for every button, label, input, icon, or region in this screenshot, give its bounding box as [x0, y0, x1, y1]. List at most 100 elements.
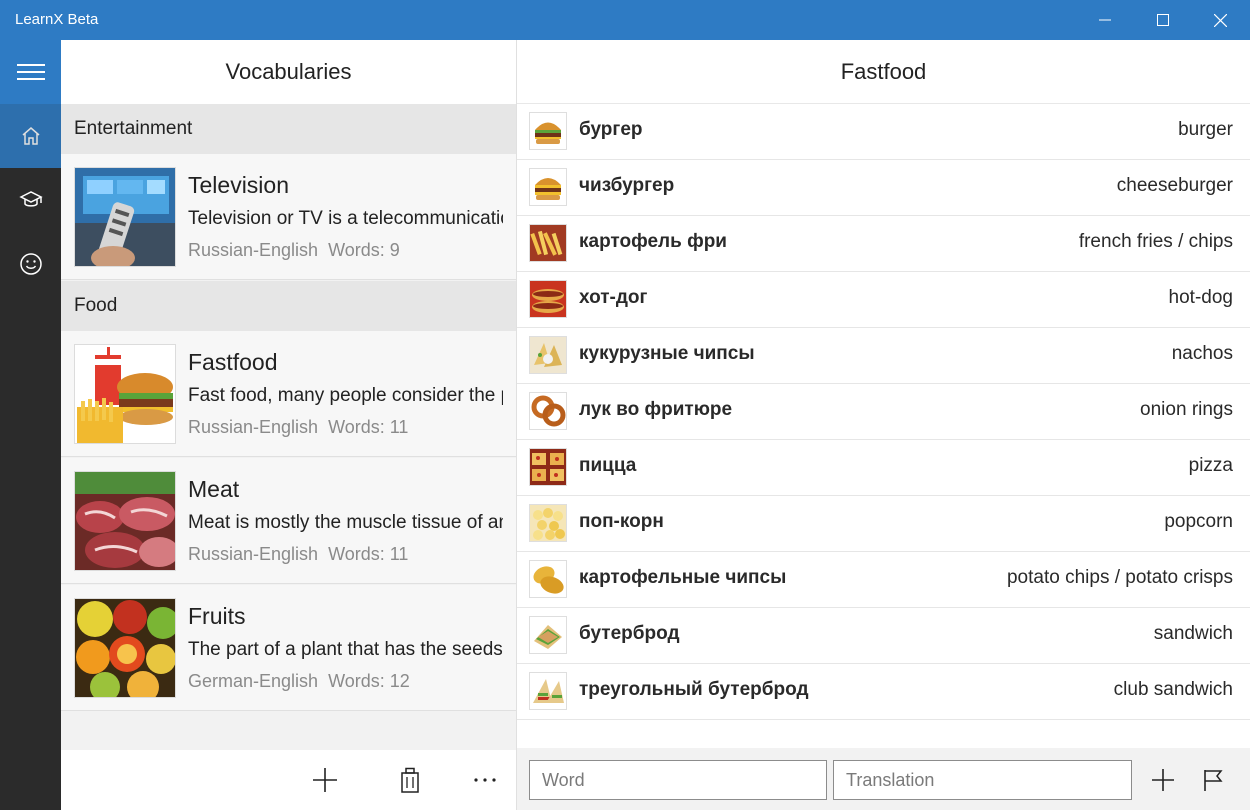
vocabulary-description: Meat is mostly the muscle tissue of an a…: [188, 512, 503, 533]
add-icon: [1152, 769, 1174, 791]
flag-button[interactable]: [1194, 760, 1234, 800]
word-row[interactable]: треугольный бутерброд club sandwich: [517, 664, 1250, 720]
title-bar: LearnX Beta: [0, 0, 1250, 40]
vocabulary-languages: Russian-English: [188, 544, 319, 564]
club-sandwich-thumbnail: [529, 672, 567, 710]
vocabulary-meta: Russian-English Words: 11: [188, 417, 408, 438]
word-row[interactable]: бургер burger: [517, 104, 1250, 160]
vocabulary-name: Television: [188, 172, 289, 198]
pizza-thumbnail: [529, 448, 567, 486]
smiley-icon: [19, 253, 42, 275]
word-english: french fries / chips: [1078, 231, 1233, 252]
vocabulary-name: Meat: [188, 476, 240, 502]
add-word-bar: [517, 748, 1250, 810]
hamburger-menu-icon: [16, 64, 45, 80]
vocabulary-name: Fruits: [188, 603, 246, 629]
vocabulary-item-fastfood[interactable]: Fastfood Fast food, many people consider…: [61, 331, 516, 457]
fastfood-thumbnail: [74, 344, 176, 444]
vocabulary-word-count: Words: 11: [328, 417, 409, 437]
minimize-button[interactable]: [1077, 0, 1133, 40]
word-russian: кукурузные чипсы: [579, 343, 755, 364]
word-english: popcorn: [1164, 511, 1233, 532]
vocabulary-languages: Russian-English: [188, 240, 319, 260]
word-russian: пицца: [579, 455, 637, 476]
onion-rings-thumbnail: [529, 392, 567, 430]
maximize-button[interactable]: [1135, 0, 1191, 40]
word-english: hot-dog: [1168, 287, 1233, 308]
potato-chips-thumbnail: [529, 560, 567, 598]
vocabulary-languages: German-English: [188, 671, 319, 691]
word-input[interactable]: [529, 760, 827, 800]
minimize-icon: [1099, 19, 1111, 21]
more-options-button[interactable]: [463, 760, 507, 800]
vocabularies-title: Vocabularies: [61, 40, 516, 104]
group-header-entertainment: Entertainment: [61, 104, 516, 154]
vocabulary-word-count: Words: 9: [328, 240, 400, 260]
word-english: club sandwich: [1113, 679, 1233, 700]
word-russian: лук во фритюре: [579, 399, 733, 420]
word-russian: треугольный бутерброд: [579, 679, 809, 700]
hamburger-menu-button[interactable]: [0, 40, 61, 104]
word-row[interactable]: пицца pizza: [517, 440, 1250, 496]
word-russian: картофель фри: [579, 231, 727, 252]
home-icon: [22, 127, 39, 145]
vocabulary-word-count: Words: 11: [328, 544, 409, 564]
add-icon: [313, 768, 337, 792]
vocabulary-description: The part of a plant that has the seeds: [188, 639, 503, 660]
vocabulary-description: Fast food, many people consider the popu…: [188, 385, 503, 406]
vocabulary-meta: German-English Words: 12: [188, 671, 410, 692]
vocabulary-item-meat[interactable]: Meat Meat is mostly the muscle tissue of…: [61, 458, 516, 584]
vocabularies-pane: Vocabularies Entertainment Television Te…: [61, 40, 516, 810]
nav-learn[interactable]: [0, 168, 61, 232]
close-button[interactable]: [1192, 0, 1248, 40]
group-header-food: Food: [61, 281, 516, 331]
word-row[interactable]: поп-корн popcorn: [517, 496, 1250, 552]
word-row[interactable]: картофельные чипсы potato chips / potato…: [517, 552, 1250, 608]
more-icon: [474, 778, 496, 782]
word-row[interactable]: чизбургер cheeseburger: [517, 160, 1250, 216]
word-english: sandwich: [1153, 623, 1233, 644]
flag-icon: [1204, 770, 1223, 791]
graduation-cap-icon: [18, 191, 43, 207]
word-russian: хот-дог: [579, 287, 648, 308]
word-russian: бутерброд: [579, 623, 680, 644]
word-russian: чизбургер: [579, 175, 675, 196]
add-word-button[interactable]: [1143, 760, 1183, 800]
word-row[interactable]: бутерброд sandwich: [517, 608, 1250, 664]
popcorn-thumbnail: [529, 504, 567, 542]
fruits-thumbnail: [74, 598, 176, 698]
maximize-icon: [1157, 14, 1169, 26]
meat-thumbnail: [74, 471, 176, 571]
word-russian: поп-корн: [579, 511, 664, 532]
vocabulary-item-fruits[interactable]: Fruits The part of a plant that has the …: [61, 585, 516, 711]
nav-home[interactable]: [0, 104, 61, 168]
word-russian: бургер: [579, 119, 643, 140]
nachos-thumbnail: [529, 336, 567, 374]
vocabulary-languages: Russian-English: [188, 417, 319, 437]
delete-icon: [401, 767, 419, 793]
word-row[interactable]: лук во фритюре onion rings: [517, 384, 1250, 440]
close-icon: [1213, 13, 1227, 27]
vocabulary-name: Fastfood: [188, 349, 278, 375]
word-english: pizza: [1188, 455, 1233, 476]
sandwich-thumbnail: [529, 616, 567, 654]
add-vocabulary-button[interactable]: [303, 760, 347, 800]
word-row[interactable]: кукурузные чипсы nachos: [517, 328, 1250, 384]
translation-input[interactable]: [833, 760, 1132, 800]
french-fries-thumbnail: [529, 224, 567, 262]
word-english: onion rings: [1140, 399, 1233, 420]
nav-rail: [0, 40, 61, 810]
hot-dog-thumbnail: [529, 280, 567, 318]
word-english: burger: [1178, 119, 1233, 140]
word-russian: картофельные чипсы: [579, 567, 787, 588]
nav-profile[interactable]: [0, 232, 61, 296]
vocabulary-title: Fastfood: [517, 40, 1250, 104]
delete-vocabulary-button[interactable]: [388, 760, 432, 800]
word-row[interactable]: картофель фри french fries / chips: [517, 216, 1250, 272]
vocabulary-item-television[interactable]: Television Television or TV is a telecom…: [61, 154, 516, 280]
television-thumbnail: [74, 167, 176, 267]
vocabularies-toolbar: [61, 750, 516, 810]
vocabulary-meta: Russian-English Words: 11: [188, 544, 408, 565]
word-row[interactable]: хот-дог hot-dog: [517, 272, 1250, 328]
burger-thumbnail: [529, 112, 567, 150]
